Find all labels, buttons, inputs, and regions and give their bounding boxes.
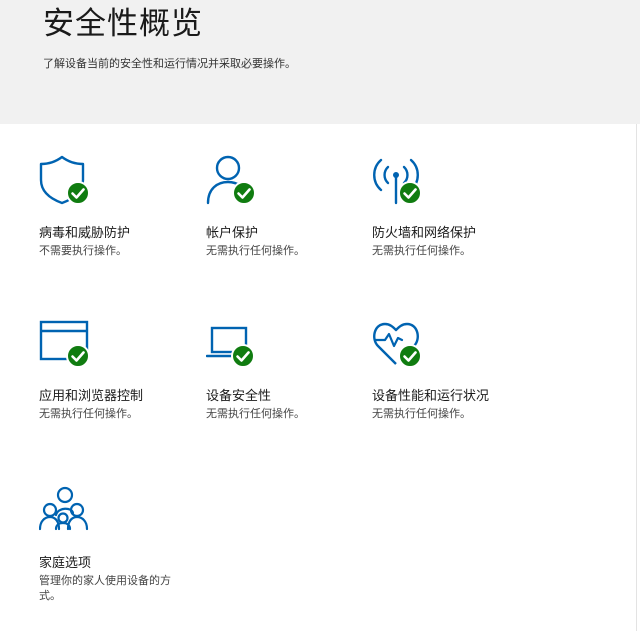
heart-pulse-check-icon	[372, 318, 432, 372]
tile-status: 无需执行任何操作。	[372, 244, 471, 257]
tile-title: 家庭选项	[39, 556, 92, 571]
tile-title: 防火墙和网络保护	[372, 226, 477, 241]
laptop-check-icon	[206, 318, 266, 372]
family-people-icon	[39, 485, 99, 539]
tile-title: 设备安全性	[206, 389, 272, 404]
person-check-icon	[206, 155, 266, 209]
tile-title: 帐户保护	[206, 226, 259, 241]
tile-status: 无需执行任何操作。	[372, 407, 471, 420]
shield-check-icon	[39, 155, 99, 209]
tile-status: 无需执行任何操作。	[206, 244, 305, 257]
tile-title: 应用和浏览器控制	[39, 389, 144, 404]
page-title: 安全性概览	[43, 6, 203, 42]
browser-window-check-icon	[39, 318, 99, 372]
tile-status: 不需要执行操作。	[39, 244, 127, 257]
tile-status: 无需执行任何操作。	[206, 407, 305, 420]
antenna-check-icon	[372, 155, 432, 209]
tile-title: 病毒和威胁防护	[39, 226, 131, 241]
page-header: 安全性概览 了解设备当前的安全性和运行情况并采取必要操作。	[0, 0, 640, 124]
tile-status: 无需执行任何操作。	[39, 407, 138, 420]
tile-title: 设备性能和运行状况	[372, 389, 490, 404]
content-edge-divider	[636, 124, 637, 631]
page-subtitle: 了解设备当前的安全性和运行情况并采取必要操作。	[43, 57, 296, 70]
tile-status: 管理你的家人使用设备的方式。	[39, 574, 171, 602]
